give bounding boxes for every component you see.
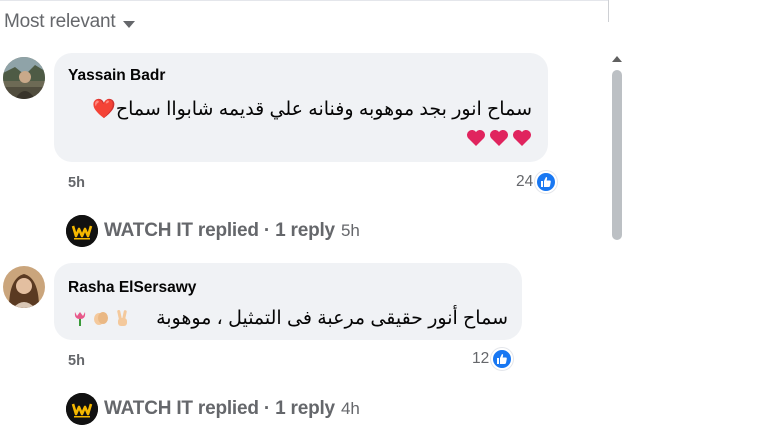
like-thumb-icon (535, 171, 558, 193)
red-heart-icon (513, 130, 531, 146)
scroll-up-icon[interactable] (612, 56, 622, 62)
view-replies-link[interactable]: WATCH IT replied · 1 reply 4h (66, 393, 360, 425)
reaction-count[interactable]: 12 (472, 348, 514, 370)
comments-panel: Most relevant Yassain Badr سماح انور بجد… (0, 0, 610, 439)
comment-bubble: Rasha ElSersawy سماح أنور حقيقى مرعبة فى… (54, 263, 522, 340)
hearts (463, 129, 532, 147)
emoji-group (68, 309, 131, 327)
caret-down-icon (123, 20, 136, 28)
comment-text: سماح انور بجد موهوبه وفنانه علي قديمه شا… (92, 97, 532, 121)
comment-text: سماح أنور حقيقى مرعبة فى التمثيل ، موهوب… (156, 307, 508, 330)
clapping-hands-icon (94, 312, 108, 325)
scrollbar-thumb[interactable] (612, 70, 622, 240)
view-replies-link[interactable]: WATCH IT replied · 1 reply 5h (66, 215, 360, 247)
red-heart-icon (467, 130, 485, 146)
comment-text-content: سماح انور بجد موهوبه وفنانه علي قديمه شا… (92, 99, 532, 120)
avatar[interactable] (3, 57, 45, 99)
comment-text-content: سماح أنور حقيقى مرعبة فى التمثيل ، موهوب… (156, 308, 508, 329)
avatar[interactable] (3, 266, 45, 308)
comment-timestamp[interactable]: 5h (68, 175, 85, 191)
victory-hand-icon (117, 309, 127, 326)
reply-summary: WATCH IT replied · 1 reply (104, 398, 335, 419)
reaction-count[interactable]: 24 (516, 171, 558, 193)
like-count: 24 (516, 173, 534, 190)
reply-timestamp: 4h (340, 399, 360, 418)
comment-author[interactable]: Rasha ElSersawy (68, 279, 196, 297)
red-heart-icon (490, 130, 508, 146)
comment-bubble: Yassain Badr سماح انور بجد موهوبه وفنانه… (54, 53, 548, 162)
watch-it-logo (66, 393, 98, 425)
reply-timestamp: 5h (340, 221, 360, 240)
divider (0, 0, 608, 1)
sort-dropdown[interactable]: Most relevant (4, 11, 136, 33)
comment-timestamp[interactable]: 5h (68, 353, 85, 369)
tulip-icon (74, 312, 86, 326)
reply-summary: WATCH IT replied · 1 reply (104, 220, 335, 241)
panel-edge (608, 0, 609, 22)
watch-it-logo (66, 215, 98, 247)
like-thumb-icon (491, 348, 514, 370)
comment-author[interactable]: Yassain Badr (68, 67, 165, 85)
like-count: 12 (472, 350, 490, 367)
sort-label: Most relevant (4, 11, 116, 32)
